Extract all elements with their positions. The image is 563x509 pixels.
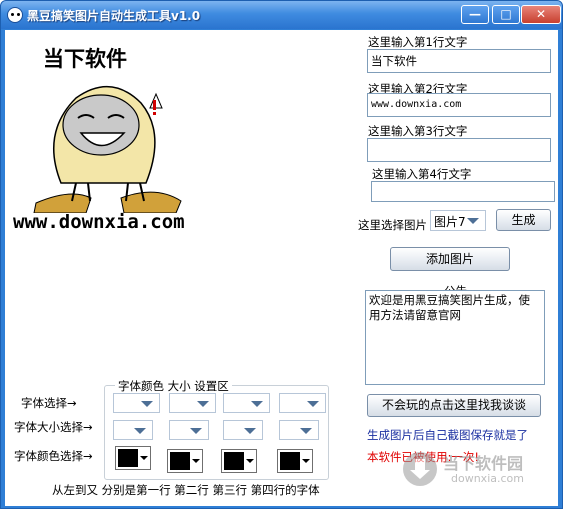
- color-swatch: [118, 449, 138, 467]
- chevron-down-icon: [280, 421, 318, 439]
- font-settings-title: 字体颜色 大小 设置区: [115, 378, 232, 394]
- color-swatch: [280, 452, 300, 470]
- font-color-line1[interactable]: [115, 446, 151, 470]
- generate-button[interactable]: 生成: [496, 209, 551, 231]
- feedback-button[interactable]: 不会玩的点击这里找我谈谈: [367, 394, 541, 417]
- font-size-line3[interactable]: [223, 420, 263, 440]
- line1-input[interactable]: 当下软件: [367, 49, 551, 73]
- chevron-down-icon: [192, 459, 200, 463]
- font-select-label: 字体选择→: [21, 396, 77, 410]
- color-swatch: [170, 452, 190, 470]
- meme-figure-illustration: [33, 85, 182, 213]
- chevron-down-icon: [170, 394, 215, 412]
- color-swatch: [224, 452, 244, 470]
- font-color-line3[interactable]: [221, 449, 257, 473]
- chevron-down-icon: [170, 421, 208, 439]
- chevron-down-icon: [140, 456, 148, 460]
- preview-image: 当下软件 www.downxia.com: [11, 35, 216, 240]
- font-size-line4[interactable]: [279, 420, 319, 440]
- font-select-line4[interactable]: [279, 393, 326, 413]
- font-size-line2[interactable]: [169, 420, 209, 440]
- main-panel: 当下软件 www.downxia.com 这里输入第1行文字 当下软件 这里输入…: [5, 30, 558, 506]
- line3-input[interactable]: [367, 138, 551, 162]
- chevron-down-icon: [224, 394, 269, 412]
- download-logo-icon: [403, 452, 437, 486]
- app-window: 黑豆搞笑图片自动生成工具v1.0 — □ ✕ 当下软件 www.downxia.…: [0, 0, 563, 509]
- chevron-down-icon: [114, 421, 152, 439]
- font-select-line2[interactable]: [169, 393, 216, 413]
- line3-label: 这里输入第3行文字: [368, 124, 468, 138]
- add-picture-button[interactable]: 添加图片: [390, 247, 510, 271]
- picture-select[interactable]: 图片7: [430, 210, 486, 231]
- chevron-down-icon: [280, 394, 325, 412]
- notice-textarea[interactable]: 欢迎是用黑豆搞笑图片生成，使用方法请留意官网: [365, 290, 545, 385]
- font-color-label: 字体颜色选择→: [14, 449, 93, 463]
- chevron-down-icon: [431, 211, 485, 230]
- line2-input[interactable]: www.downxia.com: [367, 93, 551, 117]
- chevron-down-icon: [114, 394, 159, 412]
- watermark-url: downxia.com: [451, 472, 524, 485]
- chevron-down-icon: [302, 459, 310, 463]
- watermark: 当下软件园 downxia.com: [403, 450, 553, 494]
- picture-select-label: 这里选择图片: [358, 218, 427, 232]
- preview-top-text: 当下软件: [43, 46, 127, 71]
- line4-input[interactable]: [371, 181, 555, 202]
- font-size-label: 字体大小选择→: [14, 420, 93, 434]
- watermark-brand: 当下软件园: [443, 454, 524, 473]
- font-size-line1[interactable]: [113, 420, 153, 440]
- line1-label: 这里输入第1行文字: [368, 35, 468, 49]
- title-bar[interactable]: 黑豆搞笑图片自动生成工具v1.0 — □ ✕: [1, 1, 562, 29]
- hint-text: 生成图片后自己截图保存就是了: [367, 428, 528, 442]
- font-color-line4[interactable]: [277, 449, 313, 473]
- close-button[interactable]: ✕: [521, 5, 561, 24]
- chevron-down-icon: [246, 459, 254, 463]
- font-settings-footer: 从左到又 分别是第一行 第二行 第三行 第四行的字体: [52, 483, 320, 497]
- app-icon: [7, 7, 23, 23]
- minimize-button[interactable]: —: [461, 5, 489, 24]
- line4-label: 这里输入第4行文字: [372, 167, 472, 181]
- chevron-down-icon: [224, 421, 262, 439]
- font-color-line2[interactable]: [167, 449, 203, 473]
- window-title: 黑豆搞笑图片自动生成工具v1.0: [27, 9, 201, 23]
- font-select-line3[interactable]: [223, 393, 270, 413]
- maximize-button[interactable]: □: [492, 5, 520, 24]
- font-select-line1[interactable]: [113, 393, 160, 413]
- preview-bottom-text: www.downxia.com: [13, 211, 185, 233]
